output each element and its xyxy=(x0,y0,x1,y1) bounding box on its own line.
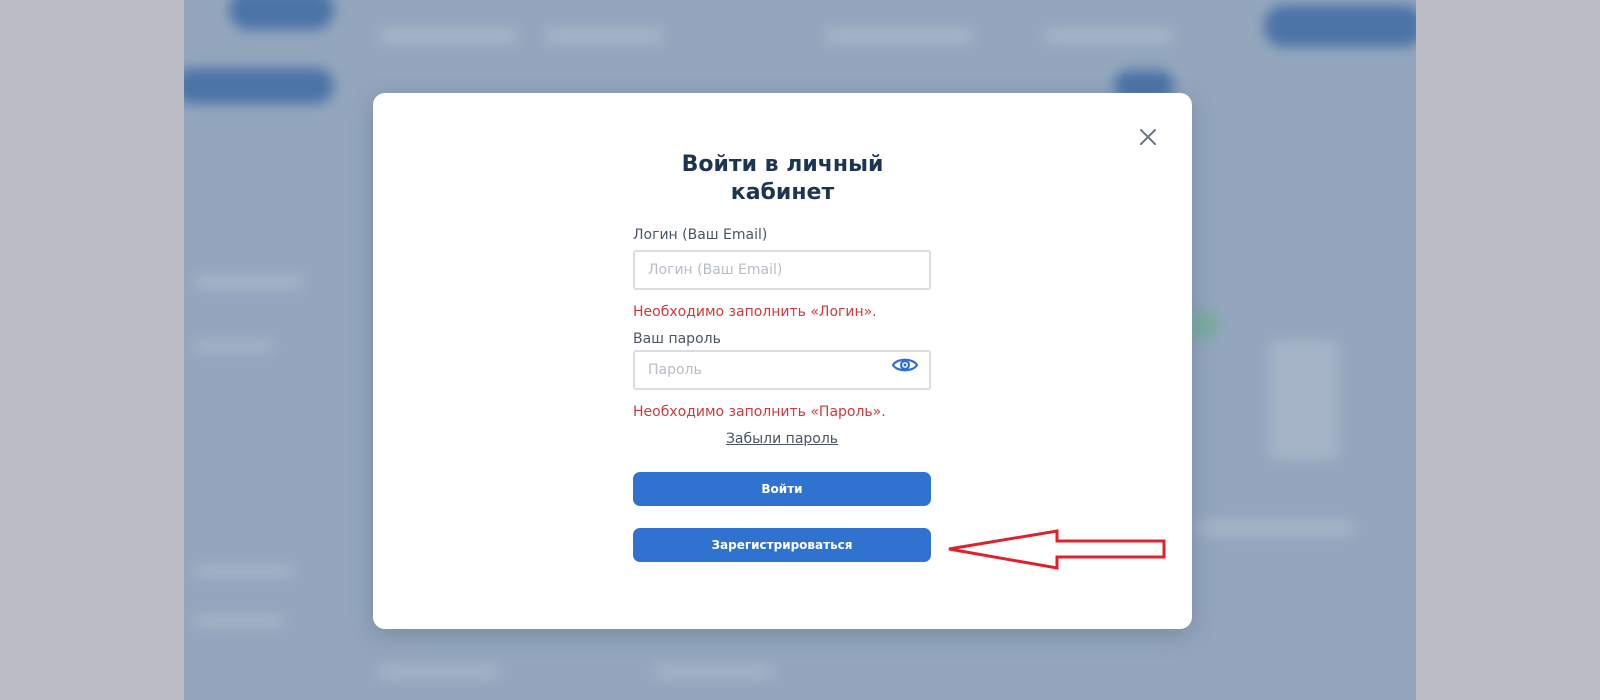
login-error-message: Необходимо заполнить «Логин». xyxy=(633,304,877,320)
toggle-password-visibility-button[interactable] xyxy=(891,355,919,375)
login-input[interactable] xyxy=(633,250,931,290)
bg-nav-shape xyxy=(379,28,519,44)
bg-card-shape xyxy=(1269,340,1339,460)
bg-nav-shape xyxy=(544,28,664,44)
bg-text-shape xyxy=(194,275,304,289)
bg-header-button-shape xyxy=(1264,5,1416,47)
left-margin xyxy=(0,0,184,700)
bg-text-shape xyxy=(379,665,499,679)
login-button[interactable]: Войти xyxy=(633,472,931,506)
modal-title: Войти в личный кабинет xyxy=(681,152,884,205)
close-button[interactable] xyxy=(1137,126,1159,148)
bg-status-dot xyxy=(1189,310,1219,340)
bg-logo-shape xyxy=(229,0,334,30)
eye-icon xyxy=(891,358,919,372)
bg-text-shape xyxy=(654,665,774,679)
password-input[interactable] xyxy=(633,350,931,390)
password-error-message: Необходимо заполнить «Пароль». xyxy=(633,404,886,420)
bg-text-shape xyxy=(1194,520,1354,536)
right-margin xyxy=(1416,0,1600,700)
register-button[interactable]: Зарегистрироваться xyxy=(633,528,931,562)
login-label: Логин (Ваш Email) xyxy=(633,227,768,243)
bg-text-shape xyxy=(194,565,294,577)
bg-text-shape xyxy=(194,340,274,352)
bg-nav-shape xyxy=(824,28,974,44)
bg-nav-shape xyxy=(1044,28,1174,44)
bg-menu-shape xyxy=(184,68,334,104)
password-label: Ваш пароль xyxy=(633,331,721,347)
close-icon xyxy=(1140,129,1156,145)
forgot-password-link[interactable]: Забыли пароль xyxy=(633,431,931,447)
red-arrow-annotation xyxy=(948,529,1166,570)
bg-text-shape xyxy=(194,615,284,627)
